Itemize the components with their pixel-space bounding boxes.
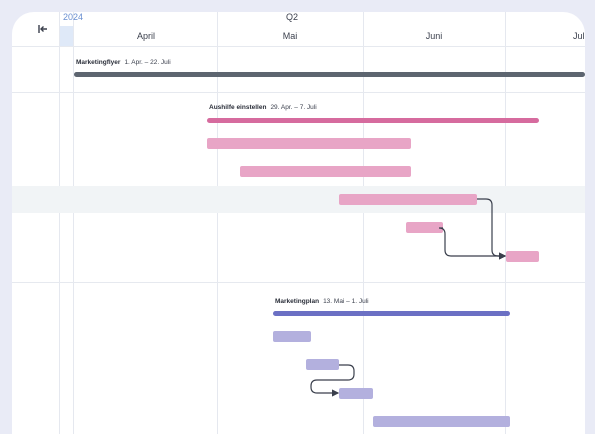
gantt-card: 2024 Q2 April Mai Juni Juli Marketingfly… — [12, 12, 585, 434]
task-bar[interactable] — [406, 222, 443, 233]
month-juli: Juli — [573, 31, 585, 41]
highlighted-row — [12, 186, 585, 213]
today-marker — [60, 26, 73, 46]
month-juni: Juni — [425, 31, 443, 41]
task-bar[interactable] — [273, 331, 311, 342]
month-april: April — [136, 31, 156, 41]
project-dates: 13. Mai – 1. Juli — [323, 298, 369, 305]
task-bar[interactable] — [373, 416, 510, 427]
project-dates: 1. Apr. – 22. Juli — [124, 59, 171, 66]
project-dates: 29. Apr. – 7. Juli — [270, 104, 317, 111]
project-label-aushilfe[interactable]: Aushilfe einstellen 29. Apr. – 7. Juli — [209, 104, 317, 111]
task-bar[interactable] — [240, 166, 411, 177]
task-bar[interactable] — [306, 359, 339, 370]
task-bar[interactable] — [207, 138, 411, 149]
project-name: Aushilfe einstellen — [209, 104, 267, 111]
summary-bar-marketingflyer[interactable] — [74, 72, 585, 77]
task-bar[interactable] — [506, 251, 539, 262]
row-divider — [12, 92, 585, 93]
dependency-arrow — [438, 227, 507, 260]
project-label-marketingplan[interactable]: Marketingplan 13. Mai – 1. Juli — [275, 298, 369, 305]
collapse-left-icon[interactable] — [36, 22, 50, 36]
project-name: Marketingplan — [275, 298, 320, 305]
timeline-header: 2024 Q2 April Mai Juni Juli — [12, 12, 585, 46]
month-mai: Mai — [282, 31, 298, 41]
task-bar[interactable] — [339, 194, 477, 205]
header-divider — [12, 46, 585, 47]
year-label: 2024 — [63, 12, 84, 22]
row-divider — [12, 282, 585, 283]
project-name: Marketingflyer — [76, 59, 121, 66]
summary-bar-marketingplan[interactable] — [273, 311, 510, 316]
summary-bar-aushilfe[interactable] — [207, 118, 539, 123]
project-label-marketingflyer[interactable]: Marketingflyer 1. Apr. – 22. Juli — [76, 59, 171, 66]
gridline-left — [59, 12, 60, 434]
task-bar[interactable] — [339, 388, 373, 399]
quarter-label: Q2 — [286, 12, 299, 22]
